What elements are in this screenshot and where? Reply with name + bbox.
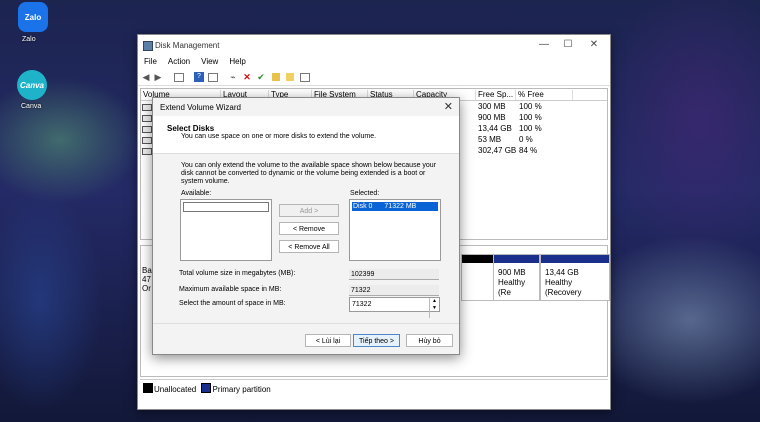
total-size-value: 102399 bbox=[349, 269, 439, 280]
available-list-focus bbox=[183, 202, 269, 212]
selected-label: Selected: bbox=[350, 190, 380, 197]
free-space-value: 53 MB bbox=[478, 135, 502, 144]
wizard-info-text: You can only extend the volume to the av… bbox=[181, 162, 437, 185]
desktop-icon-label: Zalo bbox=[22, 36, 36, 43]
legend-swatch-unallocated bbox=[143, 383, 153, 393]
wizard-heading: Select Disks bbox=[167, 124, 215, 133]
add-button[interactable]: Add > bbox=[279, 204, 339, 217]
minimize-button[interactable]: — bbox=[536, 38, 552, 52]
toolbar: ◀ ▶ ? ⌁ ✕ ✔ bbox=[138, 69, 610, 86]
percent-free-value: 100 % bbox=[519, 102, 542, 111]
selected-disk-size: 71322 MB bbox=[384, 203, 417, 210]
remove-button[interactable]: < Remove bbox=[279, 222, 339, 235]
back-button[interactable]: < Lùi lại bbox=[305, 334, 351, 347]
dialog-close-button[interactable]: ✕ bbox=[444, 100, 453, 113]
menu-view[interactable]: View bbox=[195, 55, 223, 66]
free-space-value: 300 MB bbox=[478, 102, 506, 111]
partition-status: Healthy (Recovery bbox=[545, 278, 582, 297]
extend-volume-wizard-dialog: Extend Volume Wizard ✕ Select Disks You … bbox=[152, 97, 460, 355]
menu-action[interactable]: Action bbox=[162, 55, 195, 66]
legend: Unallocated Primary partition bbox=[140, 379, 608, 394]
partition-reserved[interactable]: 900 MB Healthy (Re bbox=[493, 254, 540, 301]
menu-help[interactable]: Help bbox=[223, 55, 250, 66]
max-space-value: 71322 bbox=[349, 285, 439, 296]
partition-unallocated[interactable] bbox=[461, 254, 495, 301]
connect-icon[interactable]: ⌁ bbox=[228, 72, 238, 82]
column-free-space[interactable]: Free Sp... bbox=[476, 90, 516, 100]
dialog-title: Extend Volume Wizard bbox=[160, 103, 241, 112]
partition-band bbox=[494, 255, 539, 263]
disk-label-line: 47 bbox=[142, 275, 151, 284]
partition-recovery[interactable]: 13,44 GB Healthy (Recovery bbox=[540, 254, 610, 301]
column-percent-free[interactable]: % Free bbox=[516, 90, 573, 100]
max-space-label: Maximum available space in MB: bbox=[179, 286, 282, 293]
free-space-value: 13,44 GB bbox=[478, 124, 512, 133]
selected-disk-item[interactable]: Disk 0 71322 MB bbox=[352, 202, 438, 211]
cancel-button[interactable]: Hủy bỏ bbox=[406, 334, 453, 347]
legend-primary-partition: Primary partition bbox=[212, 385, 271, 394]
amount-label: Select the amount of space in MB: bbox=[179, 300, 286, 307]
available-disks-list[interactable] bbox=[180, 199, 272, 261]
percent-free-value: 100 % bbox=[519, 113, 542, 122]
canva-icon: Canva bbox=[17, 70, 47, 100]
list-icon[interactable] bbox=[174, 73, 184, 82]
drive-icon bbox=[142, 115, 152, 122]
next-button[interactable]: Tiếp theo > bbox=[353, 334, 400, 347]
partition-band bbox=[541, 255, 609, 263]
selected-disks-list[interactable]: Disk 0 71322 MB bbox=[349, 199, 441, 261]
drive-icon bbox=[142, 148, 152, 155]
folder-icon[interactable] bbox=[272, 73, 280, 81]
window-title: Disk Management bbox=[155, 41, 220, 50]
menu-bar: File Action View Help bbox=[138, 55, 610, 68]
wizard-header: Select Disks You can use space on one or… bbox=[153, 116, 459, 154]
desktop-icon-label: Canva bbox=[21, 103, 42, 110]
drive-icon bbox=[142, 104, 152, 111]
selected-disk-name: Disk 0 bbox=[353, 203, 373, 210]
disk-label-line: Or bbox=[142, 284, 151, 293]
close-button[interactable]: ✕ bbox=[586, 38, 602, 52]
footer-divider bbox=[153, 323, 459, 324]
available-label: Available: bbox=[181, 190, 212, 197]
drive-icon bbox=[142, 126, 152, 133]
percent-free-value: 100 % bbox=[519, 124, 542, 133]
percent-free-value: 84 % bbox=[519, 146, 538, 155]
title-bar[interactable]: Disk Management — ☐ ✕ bbox=[138, 35, 610, 55]
forward-icon[interactable]: ▶ bbox=[153, 72, 163, 82]
partition-status: Healthy (Re bbox=[498, 278, 526, 297]
legend-unallocated: Unallocated bbox=[154, 385, 197, 394]
partition-size: 13,44 GB bbox=[545, 268, 579, 277]
disk-management-icon bbox=[143, 41, 153, 51]
partition-band bbox=[462, 255, 494, 263]
free-space-value: 900 MB bbox=[478, 113, 506, 122]
partition-size: 900 MB bbox=[498, 268, 526, 277]
properties-icon[interactable] bbox=[208, 73, 218, 82]
legend-swatch-primary bbox=[201, 383, 212, 393]
total-size-label: Total volume size in megabytes (MB): bbox=[179, 270, 296, 277]
amount-value: 71322 bbox=[352, 301, 372, 308]
maximize-button[interactable]: ☐ bbox=[560, 38, 576, 52]
wizard-subheading: You can use space on one or more disks t… bbox=[181, 133, 377, 140]
menu-file[interactable]: File bbox=[138, 55, 162, 66]
folder-open-icon[interactable] bbox=[286, 73, 294, 81]
panel-icon[interactable] bbox=[300, 73, 310, 82]
free-space-value: 302,47 GB bbox=[478, 146, 517, 155]
delete-icon[interactable]: ✕ bbox=[242, 72, 252, 82]
disk-label-line: Ba bbox=[142, 266, 152, 275]
disk-0-label[interactable]: Ba 47 Or bbox=[142, 266, 152, 293]
amount-stepper[interactable]: 71322 ▲ ▼ bbox=[349, 297, 440, 318]
zalo-icon: Zalo bbox=[18, 2, 48, 32]
remove-all-button[interactable]: < Remove All bbox=[279, 240, 339, 253]
percent-free-value: 0 % bbox=[519, 135, 533, 144]
back-icon[interactable]: ◀ bbox=[141, 72, 151, 82]
drive-icon bbox=[142, 137, 152, 144]
check-icon[interactable]: ✔ bbox=[256, 72, 266, 82]
stepper-down-icon[interactable]: ▼ bbox=[429, 305, 439, 318]
help-icon[interactable]: ? bbox=[194, 72, 204, 82]
